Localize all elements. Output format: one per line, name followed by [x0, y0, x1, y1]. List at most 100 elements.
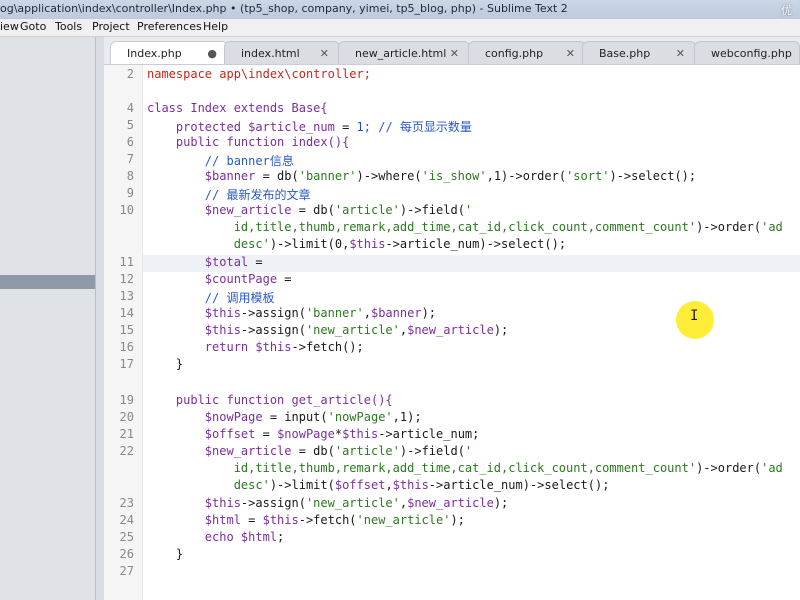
code-token: // 调用模板 [147, 291, 275, 305]
menu-bar: iew Goto Tools Project Preferences Help [0, 19, 800, 37]
code-token: $this [349, 237, 386, 251]
code-token: 'is_show' [421, 169, 487, 183]
tab-bar: Index.php ● index.html ✕ new_article.htm… [104, 37, 800, 65]
code-token: $this [147, 496, 241, 510]
code-token: = db( [255, 169, 299, 183]
code-token: 'nowPage' [327, 410, 393, 424]
code-token: $this [147, 323, 241, 337]
menu-view[interactable]: iew [0, 20, 19, 33]
tab-config-php[interactable]: config.php ✕ [468, 41, 586, 64]
code-token: ->assign( [240, 306, 306, 320]
code-token: $new_article [147, 203, 292, 217]
tab-new-article-html[interactable]: new_article.html ✕ [338, 41, 470, 64]
code-token: = [240, 513, 263, 527]
code-token: ' [464, 444, 473, 458]
code-token: )->order( [696, 220, 762, 234]
line-number: 9 [126, 186, 134, 200]
code-line[interactable]: $new_article = db('article')->field(' [147, 203, 472, 217]
code-line[interactable]: // 最新发布的文章 [147, 186, 311, 203]
code-line[interactable]: $total = [147, 255, 263, 269]
code-editor[interactable]: 2 4 5 6 7 8 9 10 11 12 13 14 15 16 17 19… [104, 65, 800, 600]
close-icon[interactable]: ✕ [450, 47, 459, 60]
menu-tools[interactable]: Tools [55, 20, 82, 33]
code-token: )->field( [399, 203, 465, 217]
code-line[interactable]: class Index extends Base{ [147, 101, 328, 115]
tab-index-html[interactable]: index.html ✕ [224, 41, 340, 64]
code-token: ); [421, 306, 437, 320]
line-number: 5 [126, 118, 134, 132]
line-number: 21 [119, 427, 134, 441]
line-number: 12 [119, 272, 134, 286]
code-line[interactable]: namespace app\index\controller; [147, 67, 371, 81]
tab-label: Base.php [599, 47, 651, 60]
code-line[interactable]: $offset = $nowPage*$this->article_num; [147, 427, 480, 441]
tab-label: config.php [485, 47, 544, 60]
code-line[interactable]: $this->assign('new_article',$new_article… [147, 496, 508, 510]
close-icon[interactable]: ✕ [320, 47, 329, 60]
close-icon[interactable]: ✕ [566, 47, 575, 60]
code-token: = [334, 120, 357, 134]
code-line[interactable]: desc')->limit($offset,$this->article_num… [147, 478, 610, 492]
code-token: 'banner' [305, 306, 364, 320]
code-line[interactable]: $html = $this->fetch('new_article'); [147, 513, 465, 527]
code-line[interactable]: $new_article = db('article')->field(' [147, 444, 472, 458]
title-bar: og\application\index\controller\Index.ph… [0, 0, 800, 20]
code-line[interactable]: protected $article_num = 1; // 每页显示数量 [147, 118, 472, 135]
code-token: $nowPage [147, 410, 263, 424]
code-token: 'article' [334, 444, 400, 458]
code-token: id,title,thumb,remark,add_time,cat_id,cl… [147, 220, 697, 234]
code-token: class Index extends Base{ [147, 101, 328, 115]
code-token: )->field( [399, 444, 465, 458]
code-line[interactable]: } [147, 357, 183, 371]
code-token: $new_article [407, 496, 494, 510]
tab-index-php[interactable]: Index.php ● [110, 41, 228, 64]
code-token: 'ad [761, 220, 783, 234]
line-number: 17 [119, 357, 134, 371]
code-token: * [334, 427, 343, 441]
menu-help[interactable]: Help [203, 20, 228, 33]
line-number-gutter: 2 4 5 6 7 8 9 10 11 12 13 14 15 16 17 19… [104, 65, 143, 600]
code-token: ,1)->order( [486, 169, 567, 183]
close-icon[interactable]: ✕ [676, 47, 685, 60]
code-line[interactable]: // banner信息 [147, 152, 294, 169]
code-line[interactable]: } [147, 547, 183, 561]
tab-webconfig-php[interactable]: webconfig.php [694, 41, 800, 64]
code-token: )->limit(0, [269, 237, 350, 251]
menu-preferences[interactable]: Preferences [137, 20, 202, 33]
code-token: ,1); [392, 410, 422, 424]
code-line[interactable]: $this->assign('new_article',$new_article… [147, 323, 508, 337]
code-token: $this [342, 427, 379, 441]
code-line[interactable]: $banner = db('banner')->where('is_show',… [147, 169, 696, 183]
code-token: $this [147, 306, 241, 320]
sidebar-scroll-band[interactable] [0, 275, 95, 289]
code-line[interactable]: echo $html; [147, 530, 284, 544]
code-token: ->fetch(); [291, 340, 364, 354]
line-number: 24 [119, 513, 134, 527]
code-line[interactable]: public function index(){ [147, 135, 349, 149]
code-token: $nowPage [277, 427, 335, 441]
code-token: $new_article [147, 444, 292, 458]
code-token: protected [147, 120, 249, 134]
code-token: ); [493, 323, 509, 337]
code-line[interactable]: $this->assign('banner',$banner); [147, 306, 436, 320]
menu-goto[interactable]: Goto [20, 20, 46, 33]
code-token: ' [464, 203, 473, 217]
tab-base-php[interactable]: Base.php ✕ [582, 41, 696, 64]
code-line[interactable]: desc')->limit(0,$this->article_num)->sel… [147, 237, 566, 251]
code-token: = input( [262, 410, 328, 424]
unsaved-dot-icon[interactable]: ● [207, 47, 217, 60]
code-token: , [363, 306, 371, 320]
code-line[interactable]: $countPage = [147, 272, 292, 286]
code-line[interactable]: $nowPage = input('nowPage',1); [147, 410, 422, 424]
code-line[interactable]: // 调用模板 [147, 289, 275, 306]
menu-project[interactable]: Project [92, 20, 130, 33]
code-token: } [147, 357, 184, 371]
code-line[interactable]: id,title,thumb,remark,add_time,cat_id,cl… [147, 220, 783, 234]
code-token: ->article_num; [378, 427, 480, 441]
code-line[interactable]: public function get_article(){ [147, 393, 393, 407]
code-line[interactable]: id,title,thumb,remark,add_time,cat_id,cl… [147, 461, 783, 475]
code-token: ); [450, 513, 465, 527]
code-line[interactable]: return $this->fetch(); [147, 340, 364, 354]
code-token: $html [240, 530, 278, 544]
code-token: echo [147, 530, 241, 544]
